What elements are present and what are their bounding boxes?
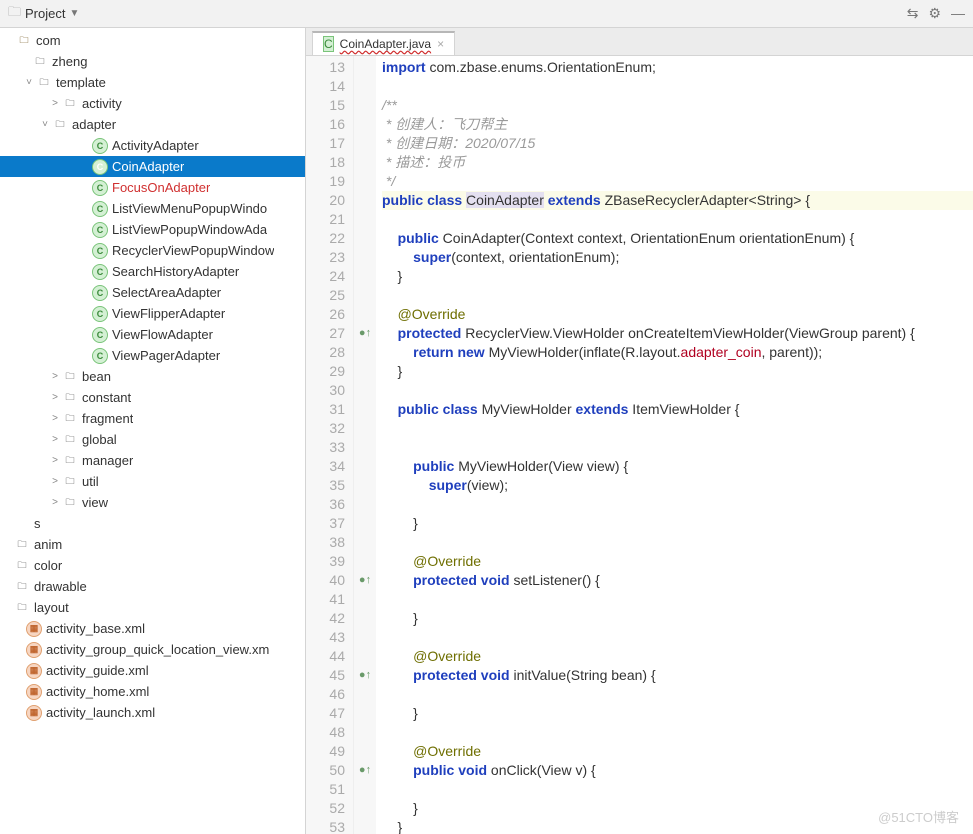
- collapse-icon[interactable]: ⇆: [907, 5, 919, 22]
- class-ActivityAdapter[interactable]: CActivityAdapter: [0, 135, 305, 156]
- class-CoinAdapter[interactable]: CCoinAdapter: [0, 156, 305, 177]
- editor[interactable]: 1314151617181920212223242526272829303132…: [306, 56, 973, 834]
- marker-column: ●↑●↑●↑●↑: [354, 56, 376, 834]
- xml-activity_launch.xml[interactable]: ▦activity_launch.xml: [0, 702, 305, 723]
- dir-template[interactable]: ˅🗀template: [0, 72, 305, 93]
- folder-icon: [8, 3, 21, 25]
- toolbar: Project ▼ ⇆ ⚙ —: [0, 0, 973, 28]
- dir-view[interactable]: >🗀view: [0, 492, 305, 513]
- minimize-icon[interactable]: —: [951, 5, 965, 22]
- project-dropdown[interactable]: Project ▼: [8, 3, 907, 25]
- class-ViewFlipperAdapter[interactable]: CViewFlipperAdapter: [0, 303, 305, 324]
- class-SearchHistoryAdapter[interactable]: CSearchHistoryAdapter: [0, 261, 305, 282]
- class-SelectAreaAdapter[interactable]: CSelectAreaAdapter: [0, 282, 305, 303]
- tab-bar: C CoinAdapter.java ×: [306, 28, 973, 56]
- pkg-com[interactable]: 🗀com: [0, 30, 305, 51]
- dir-anim[interactable]: 🗀anim: [0, 534, 305, 555]
- dir-activity[interactable]: >🗀activity: [0, 93, 305, 114]
- stray-s[interactable]: s: [0, 513, 305, 534]
- project-title: Project: [25, 6, 65, 21]
- code-area[interactable]: import com.zbase.enums.OrientationEnum; …: [376, 56, 973, 834]
- xml-activity_guide.xml[interactable]: ▦activity_guide.xml: [0, 660, 305, 681]
- class-ViewFlowAdapter[interactable]: CViewFlowAdapter: [0, 324, 305, 345]
- class-RecyclerViewPopupWindow[interactable]: CRecyclerViewPopupWindow: [0, 240, 305, 261]
- gear-icon[interactable]: ⚙: [928, 5, 941, 22]
- xml-activity_base.xml[interactable]: ▦activity_base.xml: [0, 618, 305, 639]
- tab-label: CoinAdapter.java: [340, 37, 431, 51]
- dir-constant[interactable]: >🗀constant: [0, 387, 305, 408]
- xml-activity_home.xml[interactable]: ▦activity_home.xml: [0, 681, 305, 702]
- class-FocusOnAdapter[interactable]: CFocusOnAdapter: [0, 177, 305, 198]
- close-icon[interactable]: ×: [437, 37, 444, 51]
- class-icon: C: [323, 36, 334, 52]
- dir-color[interactable]: 🗀color: [0, 555, 305, 576]
- class-ListViewPopupWindowAda[interactable]: CListViewPopupWindowAda: [0, 219, 305, 240]
- tab-coinadapter[interactable]: C CoinAdapter.java ×: [312, 31, 455, 55]
- line-gutter: 1314151617181920212223242526272829303132…: [306, 56, 354, 834]
- xml-activity_group_quick_location_view.xm[interactable]: ▦activity_group_quick_location_view.xm: [0, 639, 305, 660]
- dir-drawable[interactable]: 🗀drawable: [0, 576, 305, 597]
- chevron-down-icon: ▼: [69, 8, 79, 19]
- project-tree[interactable]: 🗀com🗀zheng˅🗀template>🗀activity˅🗀adapterC…: [0, 28, 306, 834]
- class-ListViewMenuPopupWindo[interactable]: CListViewMenuPopupWindo: [0, 198, 305, 219]
- dir-zheng[interactable]: 🗀zheng: [0, 51, 305, 72]
- dir-adapter[interactable]: ˅🗀adapter: [0, 114, 305, 135]
- dir-layout[interactable]: 🗀layout: [0, 597, 305, 618]
- dir-bean[interactable]: >🗀bean: [0, 366, 305, 387]
- class-ViewPagerAdapter[interactable]: CViewPagerAdapter: [0, 345, 305, 366]
- watermark: @51CTO博客: [878, 807, 959, 826]
- dir-global[interactable]: >🗀global: [0, 429, 305, 450]
- dir-util[interactable]: >🗀util: [0, 471, 305, 492]
- dir-manager[interactable]: >🗀manager: [0, 450, 305, 471]
- dir-fragment[interactable]: >🗀fragment: [0, 408, 305, 429]
